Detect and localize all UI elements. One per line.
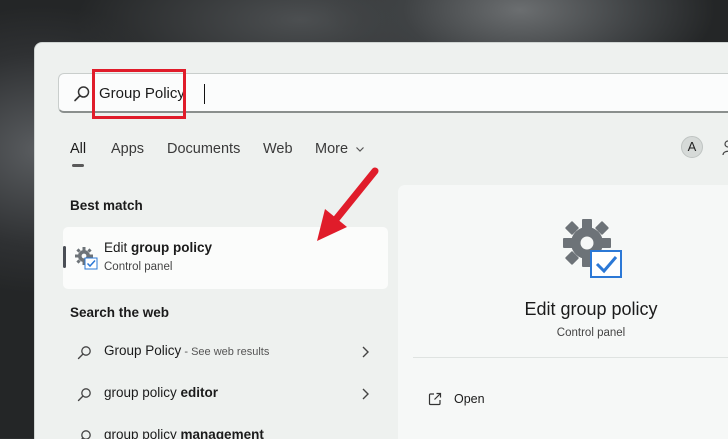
preview-title: Edit group policy — [524, 299, 658, 319]
chevron-right-icon — [362, 346, 369, 358]
overflow-icon[interactable] — [719, 139, 728, 157]
active-tab-indicator — [72, 164, 84, 167]
annotation-arrow — [317, 167, 379, 241]
preview-divider — [413, 357, 728, 358]
tab-more[interactable]: More — [315, 141, 365, 157]
preview-subtitle: Control panel — [556, 327, 626, 339]
web-result-query: group policy — [104, 427, 181, 439]
text-caret — [204, 84, 205, 104]
search-icon — [74, 86, 90, 102]
gear-icon — [563, 219, 622, 278]
tab-apps[interactable]: Apps — [111, 141, 144, 157]
web-result-item[interactable]: group policy editor — [77, 382, 377, 408]
chevron-right-icon — [362, 388, 369, 400]
web-result-query: group policy — [104, 385, 181, 400]
best-match-title: Edit group policy — [104, 240, 212, 255]
search-web-heading: Search the web — [70, 305, 170, 320]
web-result-item[interactable]: Group Policy - See web results — [77, 340, 377, 366]
tab-web[interactable]: Web — [263, 141, 293, 157]
best-match-heading: Best match — [70, 198, 143, 213]
web-result-suffix: - See web results — [181, 346, 270, 358]
gear-icon — [75, 247, 98, 270]
web-result-item[interactable]: group policy management — [77, 424, 377, 439]
chevron-down-icon — [356, 147, 365, 152]
search-icon — [77, 388, 91, 402]
account-avatar[interactable]: A — [681, 136, 703, 158]
best-match-title-bold: group policy — [131, 240, 213, 255]
search-icon — [77, 346, 91, 360]
web-result-bold: management — [180, 427, 264, 439]
web-result-text: Group Policy - See web results — [104, 343, 269, 358]
web-result-query: Group Policy — [104, 343, 182, 358]
web-result-text: group policy editor — [104, 385, 218, 400]
tab-more-label: More — [315, 141, 349, 157]
tab-all[interactable]: All — [70, 141, 86, 157]
web-result-bold: editor — [180, 385, 219, 400]
open-external-icon — [428, 392, 442, 406]
search-panel: All Apps Documents Web More A Best match… — [34, 42, 728, 439]
selection-indicator — [63, 246, 66, 268]
annotation-highlight-box — [92, 69, 186, 119]
tab-documents[interactable]: Documents — [167, 141, 240, 157]
open-action[interactable]: Open — [454, 392, 485, 406]
best-match-subtitle: Control panel — [104, 261, 173, 273]
web-result-text: group policy management — [104, 427, 264, 439]
best-match-title-prefix: Edit — [104, 240, 132, 255]
